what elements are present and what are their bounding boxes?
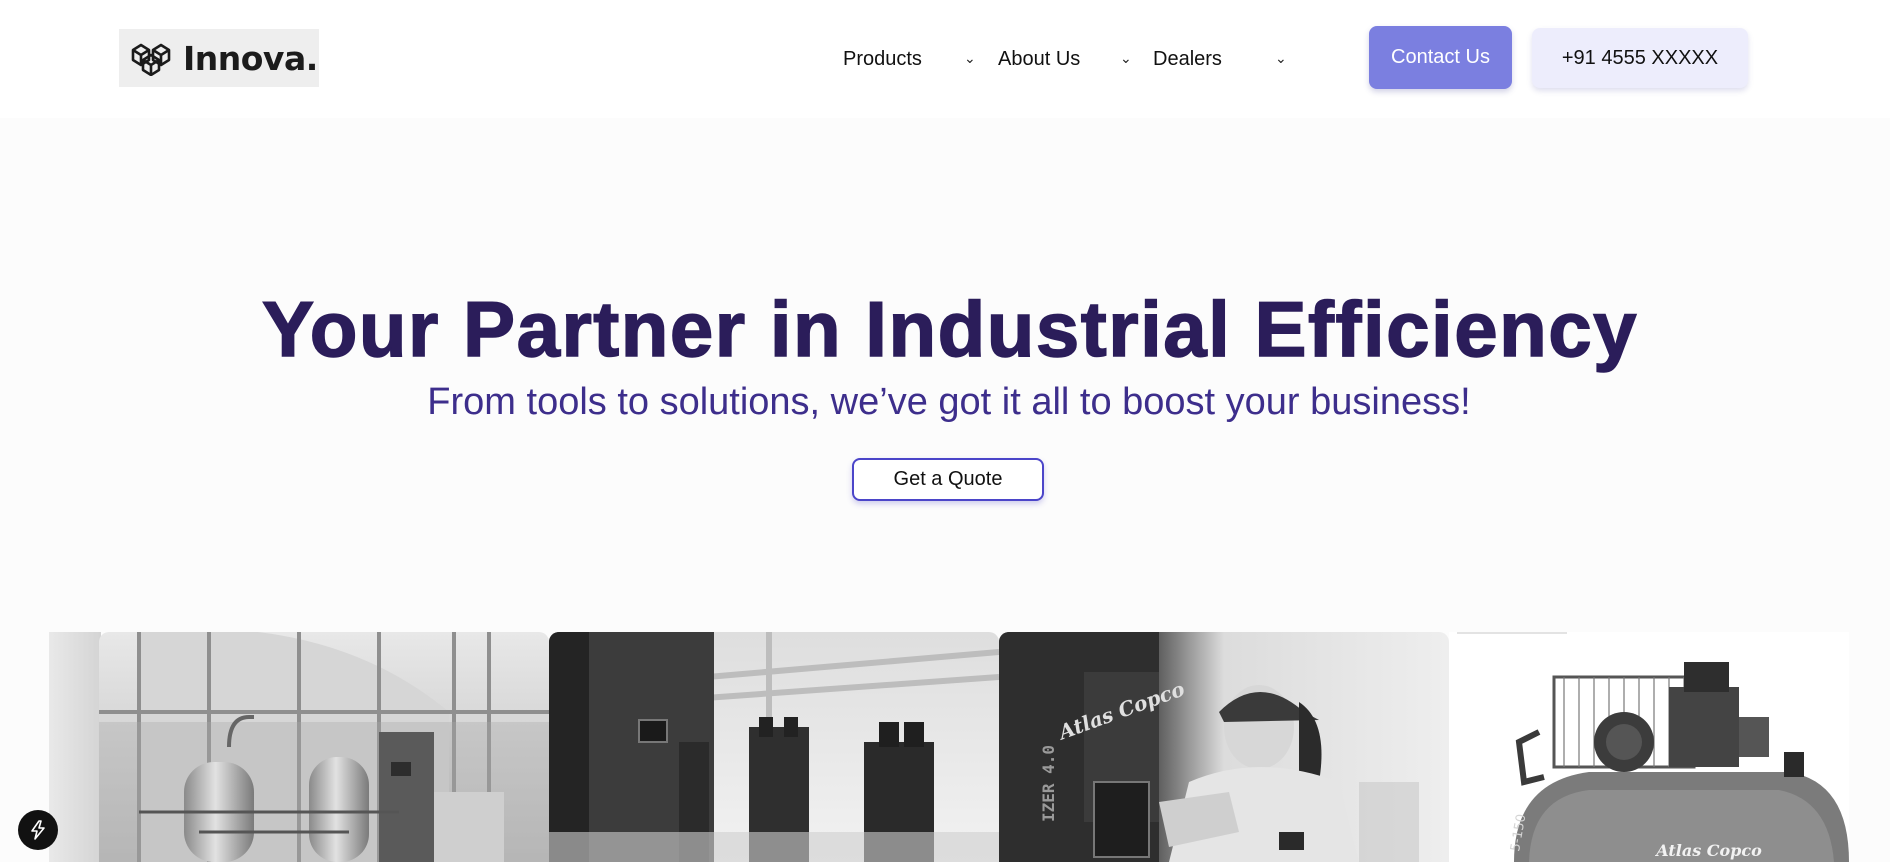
chevron-down-icon[interactable]: ⌄ <box>1120 50 1132 67</box>
phone-button[interactable]: +91 4555 XXXXX <box>1532 28 1748 88</box>
chevron-down-icon[interactable]: ⌄ <box>1275 50 1287 67</box>
lightning-icon[interactable] <box>18 810 58 850</box>
nav-item-label: Dealers <box>1153 47 1222 70</box>
hero-subtitle: From tools to solutions, we’ve got it al… <box>427 381 1471 423</box>
technician-operating-compressor-image: Atlas Copco IZER 4.0 <box>999 632 1449 862</box>
nav-item-label: About Us <box>998 47 1081 70</box>
air-treatment-tanks-image <box>99 632 549 862</box>
site-header: Innova. Products ⌄ About Us ⌄ Dealers ⌄ … <box>0 0 1890 118</box>
compressor-room-image <box>549 632 999 862</box>
nav-item-dealers[interactable]: Dealers <box>1153 44 1222 74</box>
nav-item-about-us[interactable]: About Us <box>998 44 1080 74</box>
nav-item-label: Products <box>843 47 922 70</box>
product-gallery: Atlas Copco IZER 4.0 5-150 Atlas Copco <box>49 632 1849 862</box>
hero-title: Your Partner in Industrial Efficiency <box>261 284 1638 374</box>
contact-us-button[interactable]: Contact Us <box>1369 26 1512 89</box>
chevron-down-icon[interactable]: ⌄ <box>964 50 976 67</box>
brand-logo[interactable]: Innova. <box>119 29 319 87</box>
cubes-icon <box>131 43 171 76</box>
atlas-copco-brand-mark: Atlas Copco <box>1654 841 1762 860</box>
nav-item-products[interactable]: Products <box>843 44 922 74</box>
get-a-quote-button[interactable]: Get a Quote <box>852 458 1044 501</box>
piston-compressor-image: 5-150 Atlas Copco <box>1449 632 1849 862</box>
panel-text: IZER 4.0 <box>1039 745 1058 822</box>
brand-name: Innova. <box>183 38 318 78</box>
